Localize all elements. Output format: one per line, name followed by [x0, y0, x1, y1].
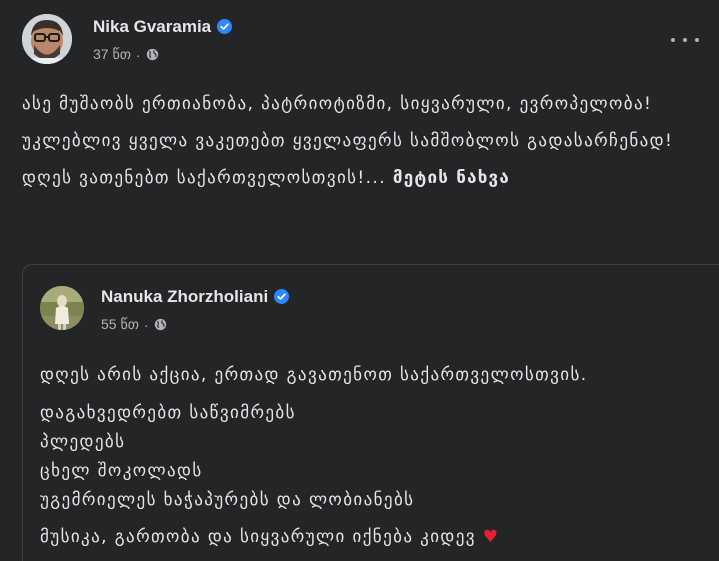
post-paragraph: უკლებლივ ყველა ვაკეთებთ ყველაფერს სამშობ…	[22, 131, 674, 151]
globe-icon[interactable]	[146, 48, 159, 61]
shared-list: დაგახვედრებთ საწვიმრებს პლედებს ცხელ შოკ…	[40, 399, 700, 515]
post-body: ასე მუშაობს ერთიანობა, პატრიოტიზმი, სიყვ…	[22, 90, 692, 201]
list-item: პლედებს	[40, 432, 126, 452]
list-item: დაგახვედრებთ საწვიმრებს	[40, 403, 296, 423]
author-name-text[interactable]: Nika Gvaramia	[93, 17, 211, 36]
shared-intro: დღეს არის აქცია, ერთად გავათენოთ საქართვ…	[40, 365, 588, 385]
shared-author-avatar[interactable]	[40, 286, 84, 330]
verified-badge-icon	[274, 289, 290, 304]
verified-badge-icon	[217, 19, 233, 34]
facebook-post: Nika Gvaramia 37 წთ · ასე მუშაობს ერთიან…	[0, 0, 719, 561]
post-paragraph: ასე მუშაობს ერთიანობა, პატრიოტიზმი, სიყვ…	[22, 94, 653, 114]
see-more-link[interactable]: მეტის ნახვა	[393, 168, 510, 188]
meta-separator: ·	[135, 46, 141, 63]
post-paragraph-text: დღეს ვათენებთ საქართველოსთვის!...	[22, 168, 387, 188]
shared-closing: მუსიკა, გართობა და სიყვარული იქნება კიდე…	[40, 523, 700, 551]
shared-author-name-text[interactable]: Nanuka Zhorzholiani	[101, 287, 268, 306]
more-options-icon[interactable]	[671, 30, 699, 50]
shared-author-name[interactable]: Nanuka Zhorzholiani	[101, 287, 290, 307]
shared-post-body: დღეს არის აქცია, ერთად გავათენოთ საქართვ…	[40, 361, 700, 561]
author-avatar[interactable]	[22, 14, 72, 64]
shared-post[interactable]: Nanuka Zhorzholiani 55 წთ · დღეს არის აქ…	[22, 264, 719, 561]
author-name[interactable]: Nika Gvaramia	[93, 17, 233, 37]
shared-post-timestamp[interactable]: 55 წთ	[101, 316, 139, 333]
shared-closing-text: მუსიკა, გართობა და სიყვარული იქნება კიდე…	[40, 527, 476, 547]
list-item: უგემრიელეს ხაჭაპურებს და ლობიანებს	[40, 490, 415, 510]
post-meta: 37 წთ ·	[93, 46, 159, 63]
heart-emoji: ♥	[482, 527, 500, 547]
list-item: ცხელ შოკოლადს	[40, 461, 203, 481]
shared-post-meta: 55 წთ ·	[101, 316, 167, 333]
globe-icon[interactable]	[154, 318, 167, 331]
post-timestamp[interactable]: 37 წთ	[93, 46, 131, 63]
post-paragraph-last: დღეს ვათენებთ საქართველოსთვის!... მეტის …	[22, 164, 692, 192]
meta-separator: ·	[143, 316, 149, 333]
